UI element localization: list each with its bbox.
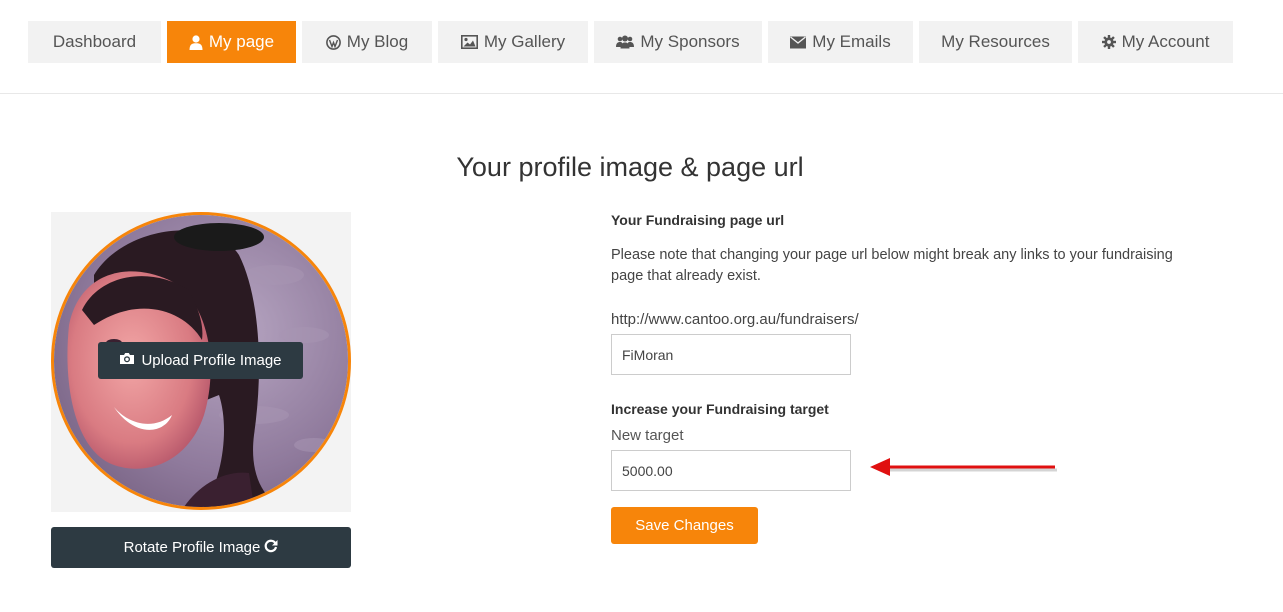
users-icon [616, 35, 635, 49]
url-prefix: http://www.cantoo.org.au/fundraisers/ [611, 311, 859, 328]
page-url-input[interactable] [611, 334, 851, 375]
tab-label: My Gallery [483, 32, 566, 51]
gear-icon [1101, 35, 1116, 49]
tab-label: My Sponsors [640, 32, 740, 51]
profile-image-container: Upload Profile Image [51, 212, 351, 512]
tab-my-emails[interactable]: My Emails [768, 21, 913, 63]
target-heading: Increase your Fundraising target [611, 401, 829, 417]
new-target-input[interactable] [611, 450, 851, 491]
wordpress-icon [325, 34, 341, 50]
red-arrow-icon [870, 458, 1057, 476]
tab-label: My page [208, 32, 275, 51]
tab-label: My Resources [941, 32, 1050, 51]
tab-label: My Blog [346, 32, 409, 51]
tab-label: My Emails [812, 32, 891, 51]
tab-my-page[interactable]: My page [167, 21, 296, 63]
tab-label: My Account [1121, 32, 1210, 51]
top-navigation: Dashboard My page My Blog My Gallery My … [0, 0, 1283, 94]
upload-button-label: Upload Profile Image [141, 352, 282, 369]
tab-my-sponsors[interactable]: My Sponsors [594, 21, 762, 63]
page-title: Your profile image & page url [456, 152, 804, 182]
envelope-icon [790, 35, 807, 49]
camera-icon [119, 352, 135, 369]
tab-my-resources[interactable]: My Resources [919, 21, 1072, 63]
tab-my-gallery[interactable]: My Gallery [438, 21, 588, 63]
image-icon [460, 35, 478, 49]
upload-profile-image-button[interactable]: Upload Profile Image [98, 342, 303, 379]
tab-dashboard[interactable]: Dashboard [28, 21, 161, 63]
tab-my-account[interactable]: My Account [1078, 21, 1233, 63]
rotate-button-label: Rotate Profile Image [123, 539, 261, 556]
refresh-icon [264, 539, 278, 557]
tab-my-blog[interactable]: My Blog [302, 21, 432, 63]
url-heading: Your Fundraising page url [611, 212, 785, 228]
rotate-profile-image-button[interactable]: Rotate Profile Image [51, 527, 351, 568]
user-icon [189, 34, 203, 50]
tab-label: Dashboard [52, 32, 137, 51]
url-note: Please note that changing your page url … [611, 247, 1173, 284]
new-target-label: New target [611, 427, 684, 444]
save-changes-button[interactable]: Save Changes [611, 507, 758, 544]
